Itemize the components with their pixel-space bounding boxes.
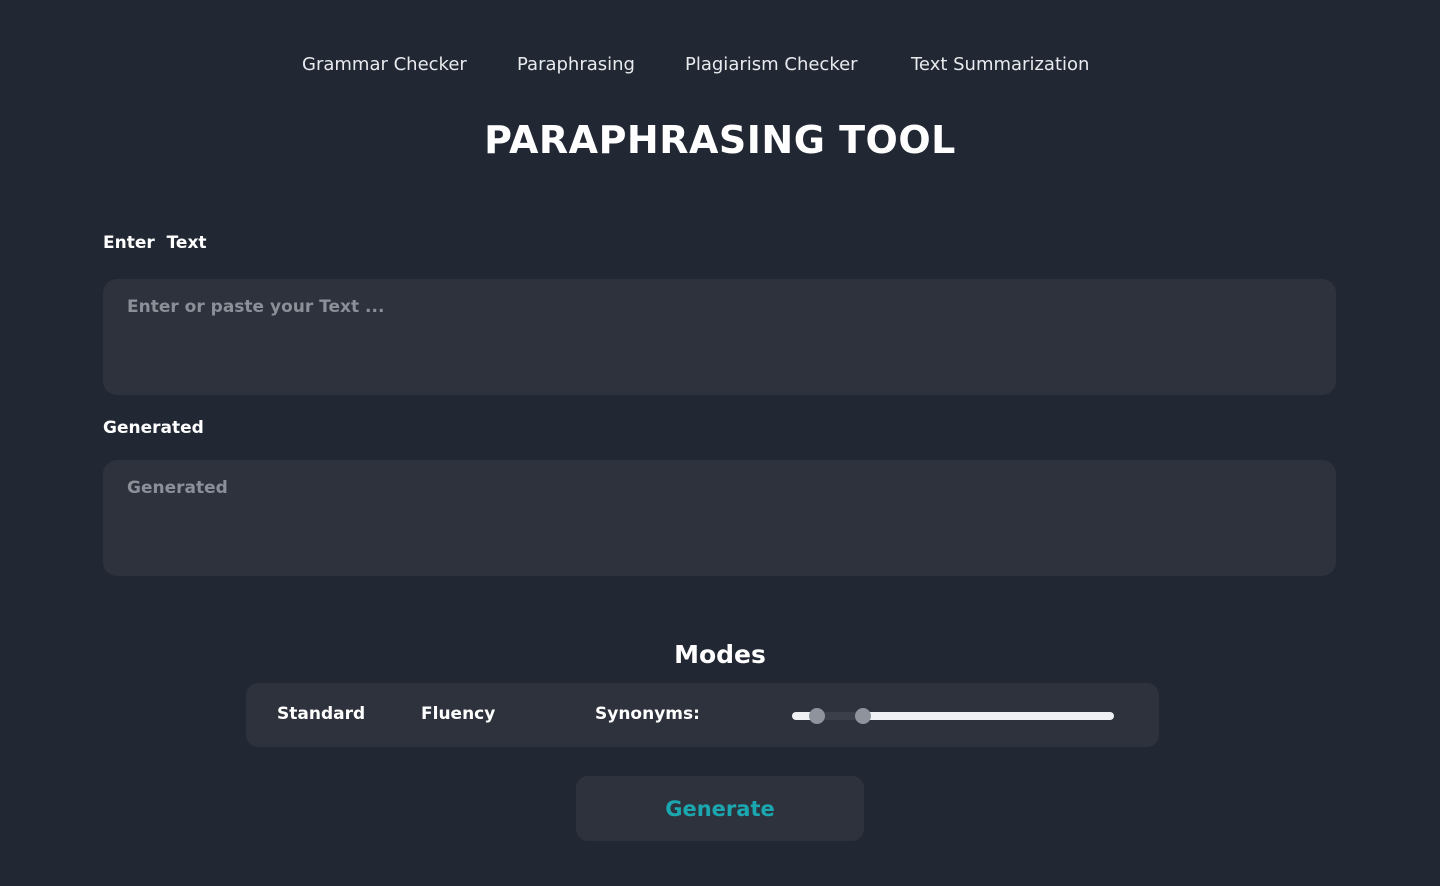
modes-title: Modes [674, 640, 766, 669]
generate-button[interactable]: Generate [576, 776, 864, 841]
input-textarea[interactable] [103, 279, 1336, 395]
nav-item-plagiarism-checker[interactable]: Plagiarism Checker [685, 54, 858, 75]
top-nav: Grammar Checker Paraphrasing Plagiarism … [0, 54, 1440, 82]
nav-item-grammar-checker[interactable]: Grammar Checker [302, 54, 467, 75]
nav-item-text-summarization[interactable]: Text Summarization [911, 54, 1089, 75]
input-label: Enter Text [103, 233, 207, 253]
slider-thumb[interactable] [855, 708, 871, 724]
paraphrasing-page: Grammar Checker Paraphrasing Plagiarism … [0, 0, 1440, 886]
slider-fill-end [862, 712, 1114, 720]
modes-bar: Standard Fluency Synonyms: [246, 683, 1159, 747]
synonyms-label: Synonyms: [595, 704, 700, 724]
slider-thumb[interactable] [809, 708, 825, 724]
synonyms-slider[interactable] [792, 707, 1114, 725]
page-title: PARAPHRASING TOOL [484, 118, 956, 162]
mode-standard[interactable]: Standard [277, 704, 365, 724]
output-textarea[interactable] [103, 460, 1336, 576]
nav-item-paraphrasing[interactable]: Paraphrasing [517, 54, 635, 75]
mode-fluency[interactable]: Fluency [421, 704, 495, 724]
output-label: Generated [103, 418, 204, 438]
